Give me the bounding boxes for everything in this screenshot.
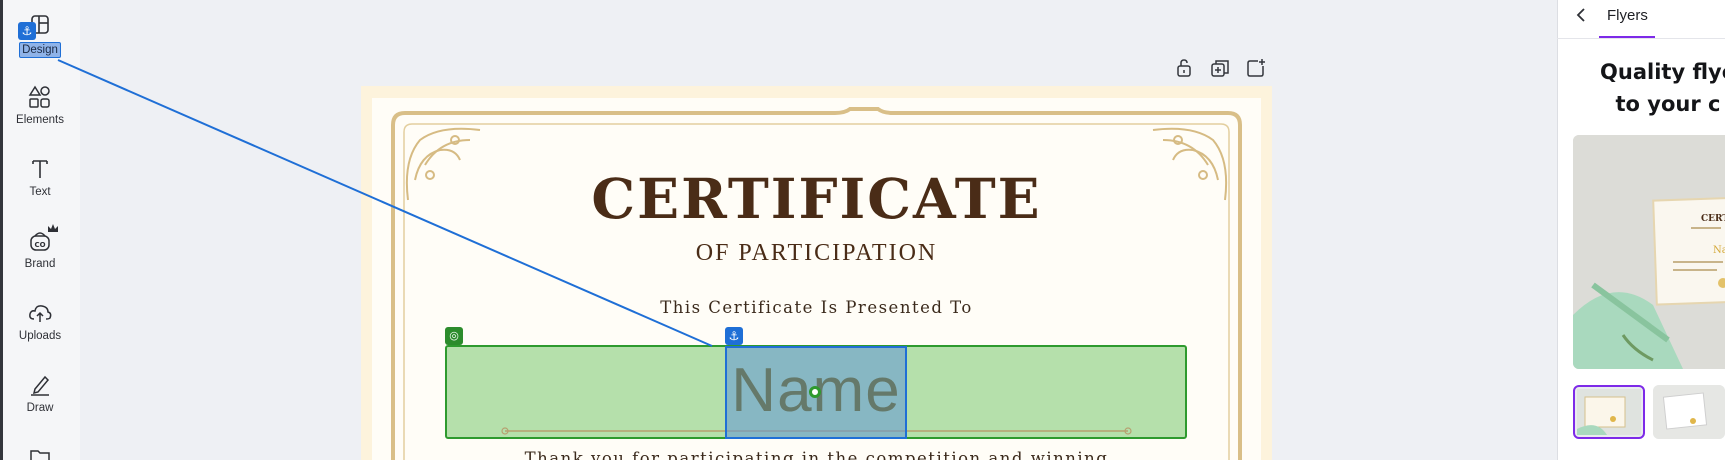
certificate-photo: CERTI Na xyxy=(1573,135,1725,369)
chevron-left-icon[interactable] xyxy=(1574,7,1588,23)
svg-text:CERTI: CERTI xyxy=(1701,214,1725,224)
template-preview-large[interactable]: CERTI Na xyxy=(1573,135,1725,369)
target-badge: ◎ xyxy=(445,327,463,345)
template-thumbnail-1[interactable] xyxy=(1573,385,1645,439)
target-center-dot xyxy=(809,386,821,398)
svg-text:Na: Na xyxy=(1713,245,1725,256)
tab-flyers[interactable]: Flyers xyxy=(1599,6,1655,38)
thumbnail-2-image xyxy=(1653,385,1725,439)
panel-heading-line1: Quality flye xyxy=(1600,60,1725,84)
template-thumbnail-2[interactable] xyxy=(1653,385,1725,439)
panel-heading-line2: to your c xyxy=(1615,92,1721,116)
panel-heading: Quality flye to your c xyxy=(1573,56,1725,120)
thumbnail-1-image xyxy=(1577,389,1641,435)
anchor-badge-target: ⚓ xyxy=(725,327,743,345)
panel-divider xyxy=(1557,38,1725,39)
thanks-text[interactable]: Thank you for participating in the compe… xyxy=(361,449,1272,460)
